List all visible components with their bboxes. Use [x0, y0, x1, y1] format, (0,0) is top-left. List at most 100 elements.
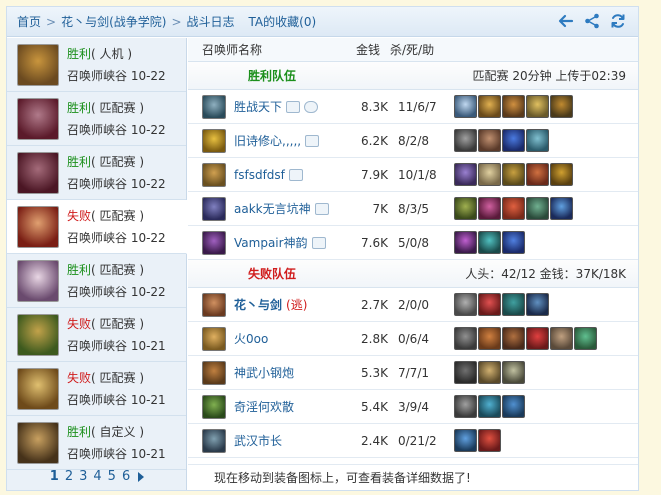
match-mode: ( 匹配赛 ) [91, 262, 145, 277]
item-icon[interactable] [550, 197, 573, 220]
item-icon[interactable] [454, 95, 477, 118]
player-kda: 5/0/8 [398, 235, 429, 250]
match-mode: ( 匹配赛 ) [91, 370, 145, 385]
summoner-name[interactable]: Vampair神韵 [234, 234, 344, 251]
player-row: 花丶与剑 (逃) 2.7K 2/0/0 [188, 288, 638, 322]
page-3[interactable]: 3 [79, 469, 87, 484]
next-page-icon[interactable] [138, 471, 145, 482]
item-icon[interactable] [454, 293, 477, 316]
item-icon[interactable] [454, 327, 477, 350]
summoner-name[interactable]: 旧诗修心,,,,, [234, 132, 344, 149]
item-icon[interactable] [502, 361, 525, 384]
summoner-name[interactable]: 胜战天下 [234, 98, 344, 115]
item-icon[interactable] [478, 129, 501, 152]
badge-icon [288, 168, 303, 181]
match-item[interactable]: 胜利( 匹配赛 ) 召唤师峡谷 10-22 [7, 92, 186, 146]
page-4[interactable]: 4 [93, 469, 101, 484]
badge-icon [305, 134, 320, 147]
item-icon[interactable] [454, 361, 477, 384]
item-icon[interactable] [454, 163, 477, 186]
summoner-name[interactable]: 神武小钢炮 [234, 364, 344, 381]
match-mode: ( 人机 ) [91, 46, 133, 61]
item-icon[interactable] [526, 197, 549, 220]
player-kda: 10/1/8 [398, 167, 437, 182]
item-icon[interactable] [526, 293, 549, 316]
match-item[interactable]: 胜利( 自定义 ) 召唤师峡谷 10-21 [7, 416, 186, 470]
refresh-icon[interactable] [610, 13, 626, 29]
item-icon[interactable] [478, 231, 501, 254]
item-icon[interactable] [478, 327, 501, 350]
match-item[interactable]: 失败( 匹配赛 ) 召唤师峡谷 10-21 [7, 362, 186, 416]
pagination: 1 2 3 4 5 6 [7, 463, 187, 490]
page-1[interactable]: 1 [50, 469, 59, 484]
item-icon[interactable] [454, 395, 477, 418]
item-icon[interactable] [478, 197, 501, 220]
badge-icon [304, 100, 319, 113]
player-gold: 7.6K [361, 235, 388, 250]
item-icon[interactable] [526, 95, 549, 118]
summoner-name[interactable]: 武汉市长 [234, 432, 344, 449]
item-icon[interactable] [526, 163, 549, 186]
item-icon[interactable] [454, 429, 477, 452]
favorites-link[interactable]: TA的收藏(0) [249, 13, 317, 30]
item-icon[interactable] [502, 163, 525, 186]
champion-portrait [17, 313, 59, 356]
item-icon[interactable] [454, 197, 477, 220]
match-item[interactable]: 胜利( 匹配赛 ) 召唤师峡谷 10-22 [7, 254, 186, 308]
page-2[interactable]: 2 [65, 469, 73, 484]
item-icon[interactable] [502, 327, 525, 350]
match-item[interactable]: 失败( 匹配赛 ) 召唤师峡谷 10-22 [7, 200, 187, 254]
item-icon[interactable] [502, 197, 525, 220]
back-arrow-icon[interactable] [558, 13, 574, 29]
summoner-name-text: aakk无言坑神 [234, 202, 311, 216]
item-icon[interactable] [454, 129, 477, 152]
match-info: 胜利( 匹配赛 ) 召唤师峡谷 10-22 [67, 259, 166, 303]
item-icon[interactable] [502, 231, 525, 254]
item-icon[interactable] [502, 293, 525, 316]
match-mode: ( 匹配赛 ) [91, 316, 145, 331]
win-team-header: 胜利队伍 匹配赛 20分钟 上传于02:39 [188, 62, 638, 90]
item-icon[interactable] [526, 327, 549, 350]
summoner-name-text: 神武小钢炮 [234, 366, 295, 380]
item-icon[interactable] [550, 163, 573, 186]
breadcrumb-home[interactable]: 首页 [17, 13, 41, 30]
item-icon[interactable] [478, 293, 501, 316]
item-icon[interactable] [502, 95, 525, 118]
item-icon[interactable] [478, 361, 501, 384]
match-item[interactable]: 失败( 匹配赛 ) 召唤师峡谷 10-21 [7, 308, 186, 362]
page-6[interactable]: 6 [122, 469, 130, 484]
breadcrumb-player[interactable]: 花丶与剑(战争学院) [61, 13, 166, 30]
match-item[interactable]: 胜利( 匹配赛 ) 召唤师峡谷 10-22 [7, 146, 186, 200]
item-icon[interactable] [478, 163, 501, 186]
summoner-name[interactable]: 奇淫何欢散 [234, 398, 344, 415]
summoner-name[interactable]: 花丶与剑 (逃) [234, 296, 344, 313]
player-gold: 2.4K [361, 433, 388, 448]
item-slots [454, 327, 597, 350]
item-icon[interactable] [478, 429, 501, 452]
champion-avatar [202, 394, 226, 419]
item-icon[interactable] [526, 129, 549, 152]
match-result: 失败 [67, 316, 92, 331]
item-icon[interactable] [454, 231, 477, 254]
item-icon[interactable] [550, 95, 573, 118]
item-icon[interactable] [502, 129, 525, 152]
item-icon[interactable] [478, 395, 501, 418]
item-icon[interactable] [478, 95, 501, 118]
match-detail: 召唤师名称 金钱 杀/死/助 胜利队伍 匹配赛 20分钟 上传于02:39 胜战… [188, 38, 638, 490]
match-item[interactable]: 胜利( 人机 ) 召唤师峡谷 10-22 [7, 38, 186, 92]
summoner-name[interactable]: fsfsdfdsf [234, 168, 344, 182]
win-team-title: 胜利队伍 [248, 69, 297, 83]
champion-avatar [202, 128, 226, 153]
match-info: 胜利( 匹配赛 ) 召唤师峡谷 10-22 [67, 151, 166, 195]
item-icon[interactable] [574, 327, 597, 350]
summoner-name[interactable]: 火0oo [234, 330, 344, 347]
summoner-name[interactable]: aakk无言坑神 [234, 200, 344, 217]
page-5[interactable]: 5 [108, 469, 116, 484]
share-icon[interactable] [584, 13, 600, 29]
item-icon[interactable] [502, 395, 525, 418]
fled-tag: (逃) [286, 298, 308, 312]
player-gold: 5.3K [361, 365, 388, 380]
item-icon[interactable] [550, 327, 573, 350]
player-gold: 6.2K [361, 133, 388, 148]
breadcrumb-battle-log[interactable]: 战斗日志 [187, 13, 235, 30]
